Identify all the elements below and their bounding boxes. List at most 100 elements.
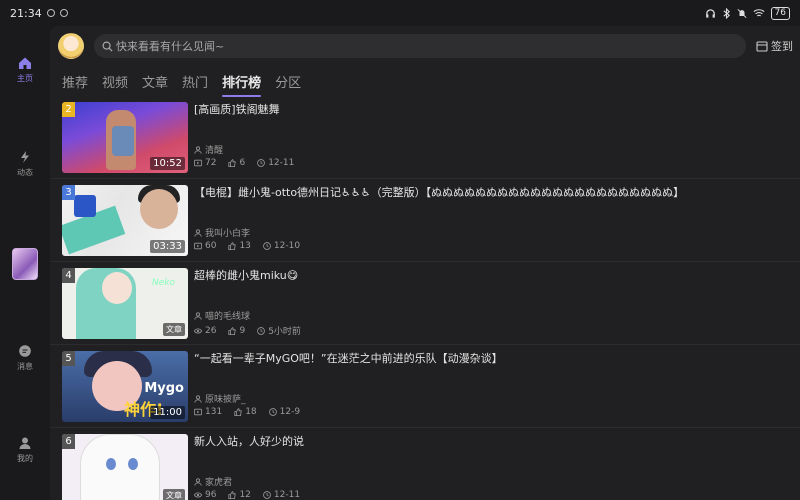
duration-badge: 11:00 — [150, 406, 185, 419]
like-icon — [234, 408, 242, 416]
clock-icon — [257, 326, 266, 335]
view-count: 131 — [205, 407, 223, 417]
like-icon — [228, 159, 237, 167]
thumbnail-text: Neko — [152, 278, 175, 288]
duration-badge: 03:33 — [150, 240, 185, 253]
thumbnail[interactable]: 2 10:52 — [62, 102, 188, 173]
play-icon — [194, 159, 202, 167]
author-name: 家虎君 — [205, 478, 233, 488]
sidebar-item-label: 主页 — [17, 74, 33, 83]
notification-icon — [59, 9, 68, 17]
tab-article[interactable]: 文章 — [142, 72, 168, 91]
sidebar-item-messages[interactable]: 消息 — [0, 344, 50, 372]
rank-badge: 5 — [62, 351, 75, 366]
play-icon — [194, 408, 202, 416]
view-count: 72 — [205, 158, 217, 168]
list-item[interactable]: 3 03:33 【电棍】雌小鬼-otto德州日记♿♿♿（完整版）【ぬぬぬぬぬぬぬ… — [50, 181, 800, 264]
publish-time: 5小时前 — [268, 327, 301, 337]
view-count: 26 — [205, 325, 217, 336]
author-name: 原味披萨_ — [205, 395, 246, 405]
thumbnail[interactable]: Neko 4 文章 — [62, 268, 188, 339]
thumbnail[interactable]: 3 03:33 — [62, 185, 188, 256]
thumbnail[interactable]: Mygo 神作! 5 11:00 — [62, 351, 188, 422]
user-icon — [194, 145, 202, 154]
tab-bar: 推荐 视频 文章 热门 排行榜 分区 — [62, 72, 315, 97]
headphones-icon — [705, 8, 715, 18]
sidebar-item-label: 动态 — [17, 168, 33, 177]
author[interactable]: 清醒 — [194, 143, 223, 156]
item-title[interactable]: 【电棍】雌小鬼-otto德州日记♿♿♿（完整版）【ぬぬぬぬぬぬぬぬぬぬぬぬぬぬぬ… — [194, 185, 794, 200]
battery-indicator: 76 — [770, 6, 790, 20]
like-count: 18 — [245, 407, 257, 417]
publish-time: 12-9 — [279, 407, 301, 417]
author[interactable]: 原味披萨_ — [194, 392, 246, 405]
lightning-icon — [21, 151, 29, 163]
duration-badge: 10:52 — [150, 157, 185, 170]
author[interactable]: 家虎君 — [194, 475, 232, 488]
checkin-button[interactable]: 签到 — [756, 38, 793, 54]
sidebar-user-card[interactable] — [12, 248, 38, 280]
notification-icon — [46, 9, 55, 17]
list-item[interactable]: 6 文章 新人入站，人好少的说 家虎君 96 12 12-11 — [50, 430, 800, 500]
item-title[interactable]: [高画质]铁阁魅舞 — [194, 102, 794, 117]
item-title[interactable]: 新人入站，人好少的说 — [194, 434, 794, 449]
divider — [50, 178, 800, 179]
item-title[interactable]: “一起看一辈子MyGO吧！”在迷茫之中前进的乐队【动漫杂谈】 — [194, 351, 794, 366]
user-icon — [194, 477, 202, 486]
search-input[interactable]: 快来看看有什么见闻~ — [94, 34, 746, 58]
tab-category[interactable]: 分区 — [275, 72, 301, 91]
view-count: 96 — [205, 490, 217, 500]
like-count: 12 — [239, 490, 251, 500]
top-bar: 快来看看有什么见闻~ 签到 — [58, 32, 798, 60]
sidebar-item-dynamic[interactable]: 动态 — [0, 150, 50, 178]
status-bar: 21:34 76 — [0, 0, 800, 26]
item-title[interactable]: 超棒的雌小鬼miku😋 — [194, 268, 794, 283]
search-placeholder: 快来看看有什么见闻~ — [116, 40, 225, 53]
person-icon — [19, 437, 31, 449]
user-icon — [194, 311, 202, 320]
like-icon — [228, 326, 237, 335]
tab-recommend[interactable]: 推荐 — [62, 72, 88, 91]
calendar-icon — [756, 41, 768, 52]
item-stats: 60 13 12-10 — [194, 241, 308, 251]
like-count: 9 — [239, 325, 246, 336]
clock-icon — [263, 242, 271, 250]
author[interactable]: 我叫小白李 — [194, 226, 250, 239]
thumbnail[interactable]: 6 文章 — [62, 434, 188, 500]
list-item[interactable]: Neko 4 文章 超棒的雌小鬼miku😋 喵的毛线球 26 9 5小时前 — [50, 264, 800, 347]
sidebar-item-mine[interactable]: 我的 — [0, 436, 50, 464]
list-item[interactable]: Mygo 神作! 5 11:00 “一起看一辈子MyGO吧！”在迷茫之中前进的乐队… — [50, 347, 800, 430]
clock-icon — [268, 408, 277, 416]
rank-badge: 6 — [62, 434, 75, 449]
home-icon — [19, 57, 31, 69]
rank-badge: 4 — [62, 268, 75, 283]
checkin-label: 签到 — [771, 40, 793, 53]
list-item[interactable]: 2 10:52 [高画质]铁阁魅舞 清醒 72 6 12-11 — [50, 98, 800, 181]
divider — [50, 261, 800, 262]
tab-hot[interactable]: 热门 — [182, 72, 208, 91]
eye-icon — [194, 492, 202, 498]
like-count: 13 — [239, 241, 251, 251]
tab-ranking[interactable]: 排行榜 — [222, 72, 262, 97]
message-icon — [19, 345, 31, 357]
sidebar-item-home[interactable]: 主页 — [0, 56, 50, 84]
item-stats: 72 6 12-11 — [194, 158, 302, 168]
status-time: 21:34 — [10, 6, 42, 20]
avatar[interactable] — [58, 33, 84, 59]
play-icon — [194, 242, 202, 250]
article-badge: 文章 — [163, 323, 185, 336]
author-name: 清醒 — [205, 146, 224, 156]
item-stats: 131 18 12-9 — [194, 407, 308, 417]
like-count: 6 — [239, 158, 246, 168]
like-icon — [228, 491, 237, 499]
sidebar-item-label: 我的 — [17, 454, 33, 463]
sidebar: 主页 动态 消息 我的 — [0, 26, 50, 500]
divider — [50, 427, 800, 428]
publish-time: 12-11 — [273, 490, 301, 500]
author[interactable]: 喵的毛线球 — [194, 309, 250, 322]
clock-icon — [257, 159, 266, 167]
like-icon — [228, 242, 237, 250]
publish-time: 12-10 — [273, 241, 301, 251]
rank-badge: 3 — [62, 185, 75, 200]
tab-video[interactable]: 视频 — [102, 72, 128, 91]
